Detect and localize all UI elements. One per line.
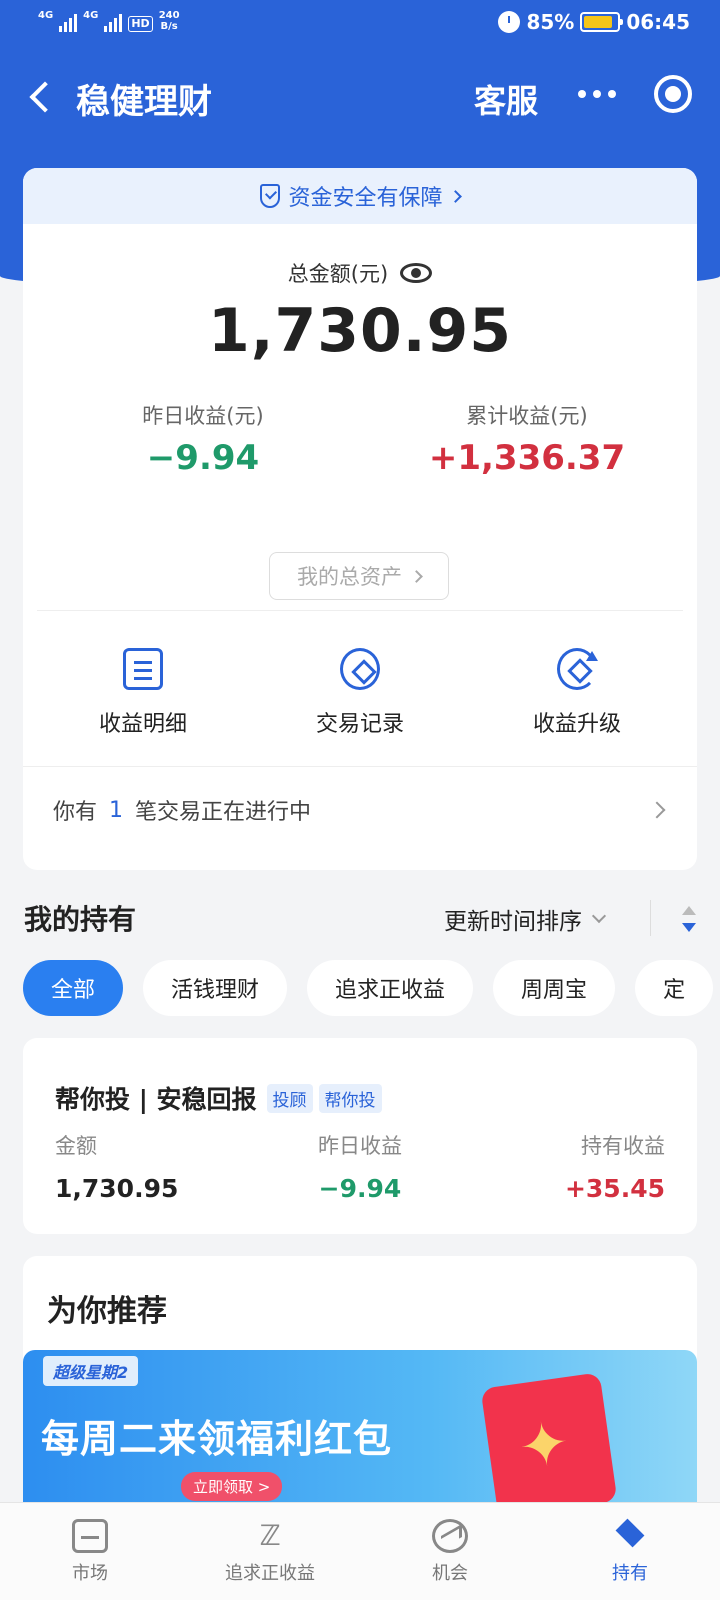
holdings-title: 我的持有 [24,903,137,936]
holding-amount: 金额 1,730.95 [55,1130,178,1203]
safety-text: 资金安全有保障 [288,186,443,211]
hd-badge: HD [128,16,153,32]
yesterday-earnings: 昨日收益(元) −9.94 [83,400,323,478]
holding-earnings-value: +35.45 [564,1174,665,1203]
holding-tag: 投顾 [266,1083,313,1113]
clock: 06:45 [626,10,690,34]
diamond-icon [340,648,380,690]
holding-tag: 帮你投 [318,1083,382,1113]
action-label: 交易记录 [315,712,404,737]
pending-transactions-row[interactable]: 你有 1 笔交易正在进行中 [23,768,697,852]
pending-suffix: 笔交易正在进行中 [135,800,312,825]
chevron-right-icon [448,189,462,203]
total-amount-label-row: 总金额(元) [23,258,697,288]
total-amount-value: 1,730.95 [207,296,513,366]
chip-all[interactable]: 全部 [23,960,124,1016]
chevron-right-icon [648,801,666,819]
holding-amount-label: 金额 [55,1134,97,1158]
chip-flexible[interactable]: 活钱理财 [143,960,288,1016]
status-bar: 4G 4G HD 240 B/s 85% 06:45 [0,0,720,48]
chevron-down-icon [591,908,607,924]
summary-card: 资金安全有保障 总金额(元) 1,730.95 昨日收益(元) −9.94 累计… [23,168,697,870]
chevron-right-icon [410,569,423,583]
more-icon[interactable] [578,90,616,98]
opportunity-icon [432,1519,468,1553]
cumulative-earnings-value: +1,336.37 [428,438,626,478]
holding-yesterday: 昨日收益 −9.94 [297,1130,423,1203]
divider [23,766,697,767]
filter-chips: 全部 活钱理财 追求正收益 周周宝 定 [23,960,720,1016]
tab-label: 追求正收益 [225,1563,315,1584]
banner-headline: 每周二来领福利红包 [41,1417,393,1461]
tab-label: 机会 [432,1563,468,1584]
back-icon[interactable] [22,76,62,116]
action-earnings-upgrade[interactable]: 收益升级 [477,648,677,738]
upgrade-icon [557,648,598,690]
holding-card[interactable]: 帮你投 | 安稳回报 投顾 帮你投 金额 1,730.95 昨日收益 −9.94… [23,1038,697,1234]
bottom-tab-bar: 市场 ℤ 追求正收益 机会 持有 [0,1502,720,1600]
document-icon [123,648,163,690]
divider [37,610,683,611]
sort-label: 更新时间排序 [444,909,582,935]
holding-yesterday-value: −9.94 [318,1174,402,1203]
nav-bar: 稳健理财 客服 [0,60,720,130]
holding-amount-value: 1,730.95 [55,1174,179,1203]
yesterday-earnings-value: −9.94 [146,438,260,478]
market-icon [72,1519,108,1553]
holding-yesterday-label: 昨日收益 [318,1134,402,1158]
tab-holdings[interactable]: 持有 [540,1503,720,1600]
recommend-section: 为你推荐 超级星期2 每周二来领福利红包 立即领取 > [23,1256,697,1516]
shield-icon [260,184,281,208]
holding-name-row: 帮你投 | 安稳回报 投顾 帮你投 [55,1080,382,1116]
chip-more[interactable]: 定 [635,960,714,1016]
action-label: 收益升级 [532,712,621,737]
cumulative-earnings: 累计收益(元) +1,336.37 [407,400,647,478]
pending-prefix: 你有 [53,800,98,825]
divider [650,900,651,936]
signal-icon-2 [104,12,123,32]
action-transaction-records[interactable]: 交易记录 [260,648,460,738]
action-earnings-detail[interactable]: 收益明细 [43,648,243,738]
sort-dropdown[interactable]: 更新时间排序 [444,902,607,936]
holding-name: 帮你投 | 安稳回报 [55,1085,257,1114]
sort-order-icon[interactable] [682,906,696,932]
eye-icon[interactable] [400,263,433,283]
total-assets-label: 我的总资产 [297,565,402,589]
banner-cta-button[interactable]: 立即领取 > [181,1472,283,1501]
chase-icon: ℤ [259,1519,281,1552]
tab-market[interactable]: 市场 [0,1503,180,1600]
holding-earnings-label: 持有收益 [581,1134,665,1158]
tab-positive-return[interactable]: ℤ 追求正收益 [180,1503,360,1600]
speed-unit: B/s [160,21,178,32]
tab-label: 持有 [612,1563,648,1584]
close-miniapp-icon[interactable] [654,75,692,113]
page-title: 稳健理财 [76,82,212,122]
network-label-1: 4G [38,10,54,21]
alarm-icon [498,11,521,33]
signal-icon [59,12,78,32]
tab-opportunity[interactable]: 机会 [360,1503,540,1600]
yesterday-earnings-label: 昨日收益(元) [142,404,264,428]
network-speed: 240 B/s [159,10,180,32]
chip-positive-return[interactable]: 追求正收益 [307,960,474,1016]
speed-value: 240 [158,10,180,21]
holdings-icon [612,1519,648,1553]
chip-weekly[interactable]: 周周宝 [493,960,616,1016]
banner-brand: 超级星期2 [43,1356,139,1386]
battery-icon [580,12,624,32]
total-amount-label: 总金额(元) [287,262,389,286]
recommend-title: 为你推荐 [47,1294,167,1329]
holding-earnings: 持有收益 +35.45 [565,1130,665,1203]
network-label-2: 4G [83,10,99,21]
promo-banner[interactable]: 超级星期2 每周二来领福利红包 立即领取 > [23,1350,697,1516]
battery-percent: 85% [526,10,575,34]
cumulative-earnings-label: 累计收益(元) [466,404,588,428]
tab-label: 市场 [72,1563,108,1584]
pending-count: 1 [109,797,124,823]
red-envelope-icon [480,1372,618,1516]
safety-banner[interactable]: 资金安全有保障 [23,168,697,224]
action-label: 收益明细 [98,712,187,737]
total-assets-button[interactable]: 我的总资产 [269,552,449,600]
customer-service-button[interactable]: 客服 [474,76,538,122]
